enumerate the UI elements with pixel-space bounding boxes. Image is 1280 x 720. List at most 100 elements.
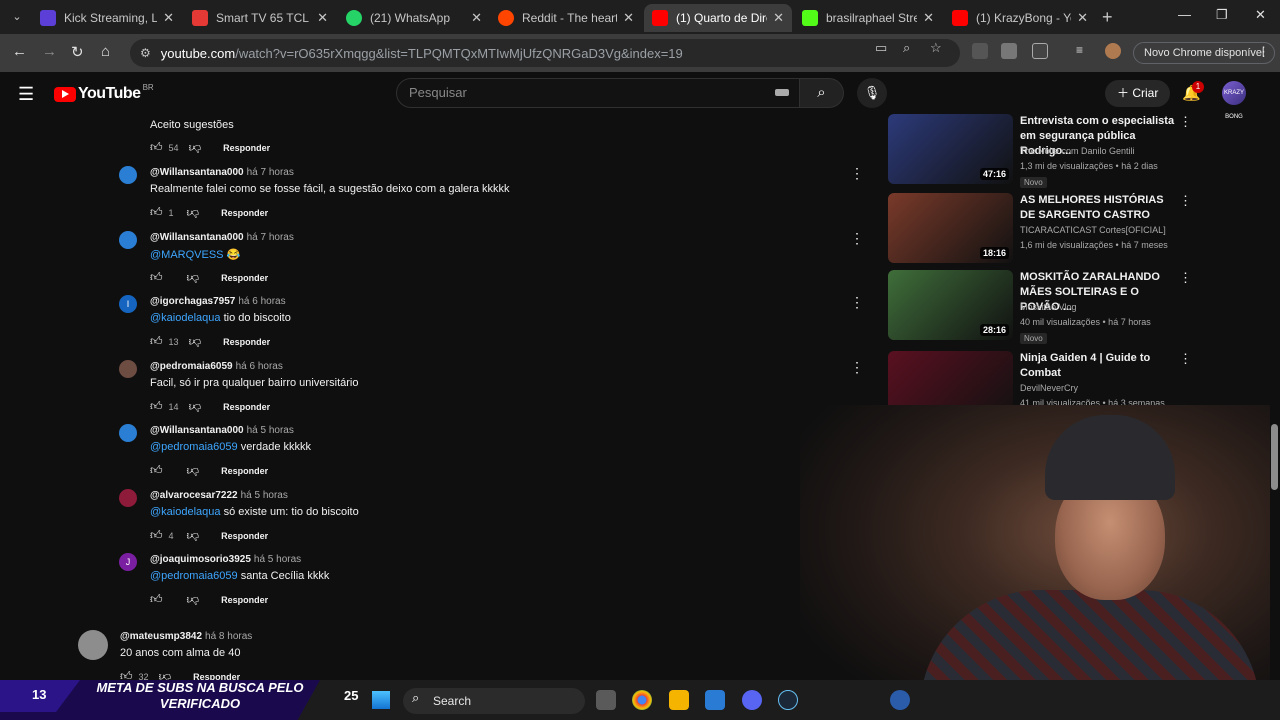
close-tab-icon[interactable]: ✕ [773,10,784,26]
bookmark-star-icon[interactable]: ☆ [930,40,942,56]
video-menu-icon[interactable]: ⋮ [1179,114,1192,130]
dislike-icon[interactable]: 👍︎ [187,270,200,285]
task-view-icon[interactable] [596,690,616,710]
video-menu-icon[interactable]: ⋮ [1179,193,1192,209]
reply-button[interactable]: Responder [223,143,270,153]
comment-menu-icon[interactable]: ⋮ [850,166,864,180]
search-input[interactable]: Pesquisar [396,78,800,108]
comment-author[interactable]: @joaquimosorio3925 há 5 horas [150,554,301,565]
cast-icon[interactable]: ▭ [875,40,887,56]
create-button[interactable]: ＋ Criar [1105,80,1171,107]
like-icon[interactable]: 👍︎ [150,463,163,478]
reply-button[interactable]: Responder [221,208,268,218]
close-window-icon[interactable]: ✕ [1255,7,1266,23]
video-menu-icon[interactable]: ⋮ [1179,351,1192,367]
author-name[interactable]: @igorchagas7957 [150,296,235,307]
tab-krazybong[interactable]: (1) KrazyBong - YouT ✕ [944,4,1096,32]
steam-icon[interactable] [778,690,798,710]
video-menu-icon[interactable]: ⋮ [1179,270,1192,286]
author-name[interactable]: @joaquimosorio3925 [150,554,251,565]
dislike-icon[interactable]: 👍︎ [187,528,200,543]
dislike-icon[interactable]: 👍︎ [187,205,200,220]
discord-icon[interactable] [742,690,762,710]
dislike-icon[interactable]: 👍︎ [187,592,200,607]
tab-tcl[interactable]: Smart TV 65 TCL 4K U ✕ [184,4,336,32]
video-thumbnail[interactable]: 47:16 [888,114,1013,184]
new-tab-icon[interactable]: + [1102,7,1113,28]
video-thumbnail[interactable]: 18:16 [888,193,1013,263]
windows-start-icon[interactable] [372,691,390,709]
comment-time[interactable]: há 8 horas [205,631,252,642]
dislike-icon[interactable]: 👍︎ [189,334,202,349]
comment-menu-icon[interactable]: ⋮ [850,360,864,374]
comment-mention-link[interactable]: @pedromaia6059 [150,441,238,453]
scrollbar-thumb[interactable] [1271,424,1278,490]
reply-button[interactable]: Responder [223,402,270,412]
chrome-update-button[interactable]: Novo Chrome disponível [1133,42,1276,64]
comment-author[interactable]: @Willansantana000 há 5 horas [150,425,294,436]
author-name[interactable]: @alvarocesar7222 [150,490,238,501]
tab-brasilraphael[interactable]: brasilraphael Stream ✕ [794,4,942,32]
tab-search-icon[interactable]: ⌄ [8,7,26,27]
close-tab-icon[interactable]: ✕ [623,10,634,26]
reply-button[interactable]: Responder [221,531,268,541]
comment-mention-link[interactable]: @pedromaia6059 [150,570,238,582]
keyboard-icon[interactable] [775,89,789,96]
like-icon[interactable]: 👍︎ [150,140,163,155]
video-card[interactable]: 28:16 MOSKITÃO ZARALHANDO MÃES SOLTEIRAS … [888,270,1192,344]
comment-time[interactable]: há 7 horas [247,167,294,178]
search-button[interactable]: ⌕ [800,78,844,108]
dislike-icon[interactable]: 👍︎ [189,399,202,414]
close-tab-icon[interactable]: ✕ [471,10,482,26]
comment-mention-link[interactable]: @kaiodelaqua [150,506,221,518]
youtube-logo[interactable]: YouTube BR [54,83,154,103]
account-avatar[interactable]: KRAZY BONG [1222,81,1246,120]
media-controls-icon[interactable]: ≡ [1076,43,1092,59]
author-name[interactable]: @mateusmp3842 [120,631,202,642]
author-name[interactable]: @pedromaia6059 [150,361,233,372]
author-name[interactable]: @Willansantana000 [150,232,244,243]
comment-time[interactable]: há 6 horas [236,361,283,372]
tab-quarto-de-direita[interactable]: (1) Quarto de Direita ✕ [644,4,792,32]
close-tab-icon[interactable]: ✕ [317,10,328,26]
comment-author[interactable]: @Willansantana000 há 7 horas [150,232,294,243]
video-card[interactable]: 47:16 Entrevista com o especialista em se… [888,114,1192,188]
profile-avatar-icon[interactable] [1105,43,1121,59]
taskbar-search[interactable]: Search [403,688,585,714]
page-scrollbar[interactable] [1270,72,1280,720]
comment-time[interactable]: há 5 horas [247,425,294,436]
app-taskbar-icon[interactable] [890,690,910,710]
comment-author[interactable]: @igorchagas7957 há 6 horas [150,296,286,307]
comment-time[interactable]: há 7 horas [247,232,294,243]
video-channel[interactable]: TICARACATICAST Cortes[OFICIAL] [1020,225,1166,235]
comment-menu-icon[interactable]: ⋮ [850,231,864,245]
comment-author[interactable]: @alvarocesar7222 há 5 horas [150,490,288,501]
comment-time[interactable]: há 5 horas [241,490,288,501]
commenter-avatar[interactable] [119,166,137,184]
like-icon[interactable]: 👍︎ [150,334,163,349]
close-tab-icon[interactable]: ✕ [1077,10,1088,26]
voice-search-button[interactable]: 🎙 [857,78,887,108]
dislike-icon[interactable]: 👍︎ [189,140,202,155]
video-thumbnail[interactable]: 28:16 [888,270,1013,340]
like-icon[interactable]: 👍︎ [150,205,163,220]
comment-mention-link[interactable]: @kaiodelaqua [150,312,221,324]
comment-author[interactable]: @Willansantana000 há 7 horas [150,167,294,178]
back-icon[interactable]: ← [12,43,27,60]
reply-button[interactable]: Responder [221,466,268,476]
restore-icon[interactable]: ❐ [1216,7,1228,23]
tab-kick[interactable]: Kick Streaming, Ltd. | ✕ [32,4,182,32]
author-name[interactable]: @Willansantana000 [150,425,244,436]
video-channel[interactable]: The Noite com Danilo Gentili [1020,146,1135,156]
menu-icon[interactable]: ☰ [18,84,34,105]
close-tab-icon[interactable]: ✕ [923,10,934,26]
address-bar[interactable]: ⚙ youtube.com/watch?v=rO635rXmqgg&list=T… [130,39,960,67]
comment-time[interactable]: há 6 horas [238,296,285,307]
close-tab-icon[interactable]: ✕ [163,10,174,26]
like-icon[interactable]: 👍︎ [150,270,163,285]
commenter-avatar[interactable] [119,360,137,378]
site-info-icon[interactable]: ⚙ [140,46,151,60]
like-icon[interactable]: 👍︎ [150,528,163,543]
store-icon[interactable] [705,690,725,710]
video-channel[interactable]: Moskitão Vlog [1020,302,1077,312]
